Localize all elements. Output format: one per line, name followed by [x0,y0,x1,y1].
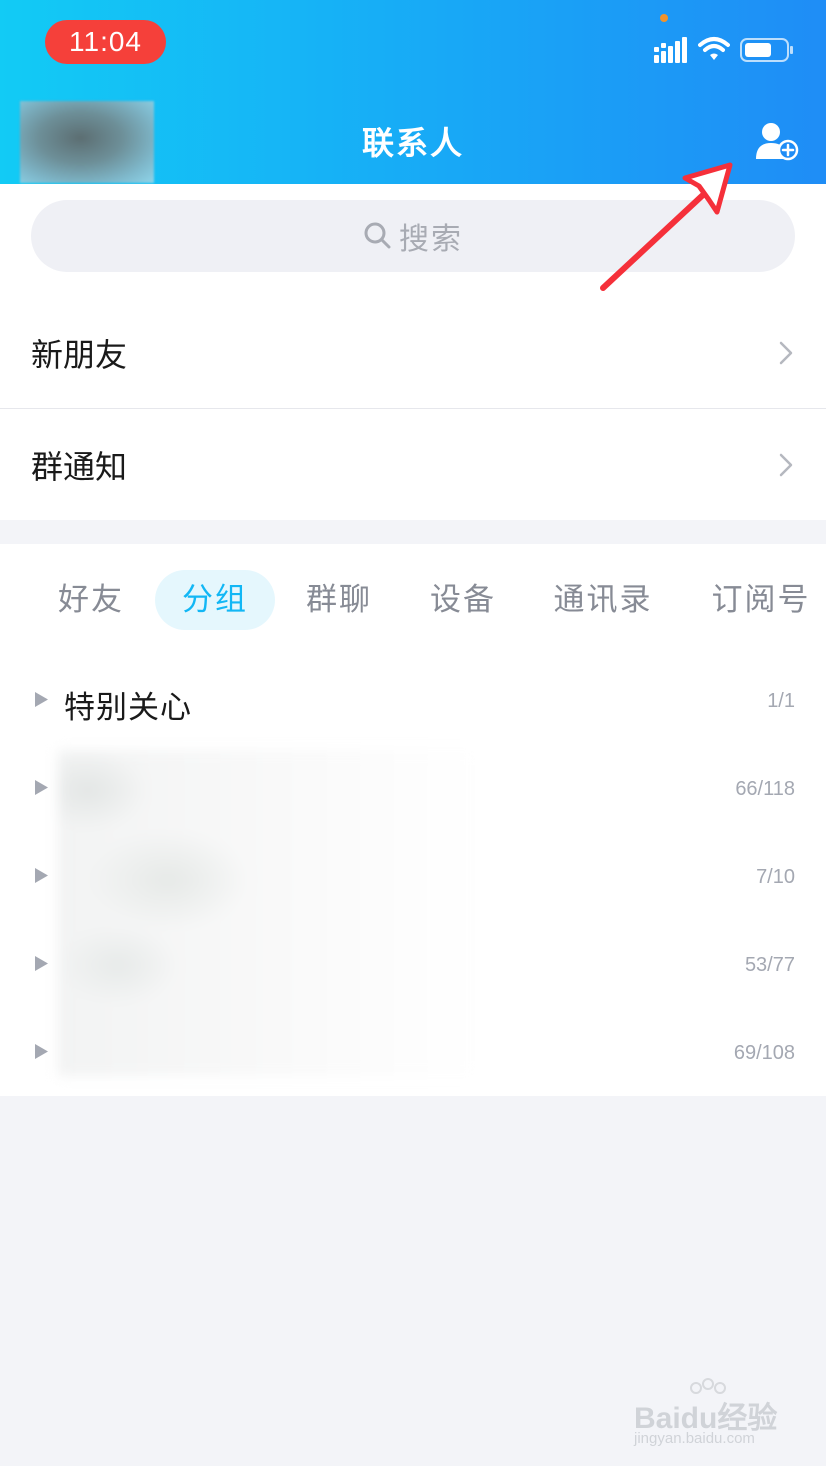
expand-triangle-icon [35,868,48,883]
group-count: 1/1 [767,690,795,712]
divider [0,408,826,409]
tab-group-chats[interactable]: 群聊 [294,570,384,630]
group-row-special[interactable]: 特别关心 1/1 [0,656,826,744]
privacy-indicator-dot [660,14,668,22]
tab-address-book[interactable]: 通讯录 [546,570,660,630]
status-time: 11:04 [45,20,166,64]
group-row[interactable]: 7/10 [0,832,826,920]
new-friends-label: 新朋友 [31,336,128,374]
group-notice-label: 群通知 [31,448,128,486]
group-name: 特别关心 [64,690,192,726]
expand-triangle-icon [35,1044,48,1059]
group-row[interactable]: 69/108 [0,1008,826,1096]
cellular-signal-icon [654,37,687,63]
tab-subscriptions[interactable]: 订阅号 [704,570,818,630]
watermark-subtext: jingyan.baidu.com [634,1430,755,1447]
group-row[interactable]: 53/77 [0,920,826,1008]
battery-icon [740,38,793,62]
new-friends-row[interactable]: 新朋友 [0,298,826,408]
group-notice-row[interactable]: 群通知 [0,410,826,520]
search-placeholder: 搜索 [399,222,463,257]
chevron-right-icon [779,453,793,477]
add-contact-icon[interactable] [755,121,799,161]
group-count: 69/108 [733,1042,795,1064]
contact-tabs: 好友 分组 群聊 设备 通讯录 订阅号 [0,570,826,630]
expand-triangle-icon [35,956,48,971]
expand-triangle-icon [35,692,48,707]
group-count: 7/10 [756,866,795,888]
group-count: 53/77 [744,954,795,976]
expand-triangle-icon [35,780,48,795]
tab-groups[interactable]: 分组 [155,570,275,630]
tab-devices[interactable]: 设备 [418,570,508,630]
group-count: 66/118 [735,778,795,800]
group-row[interactable]: 66/118 [0,744,826,832]
search-icon [364,222,391,249]
wifi-icon [698,37,730,60]
annotation-arrow-icon [600,162,733,291]
tab-friends[interactable]: 好友 [46,570,136,630]
chevron-right-icon [779,341,793,365]
